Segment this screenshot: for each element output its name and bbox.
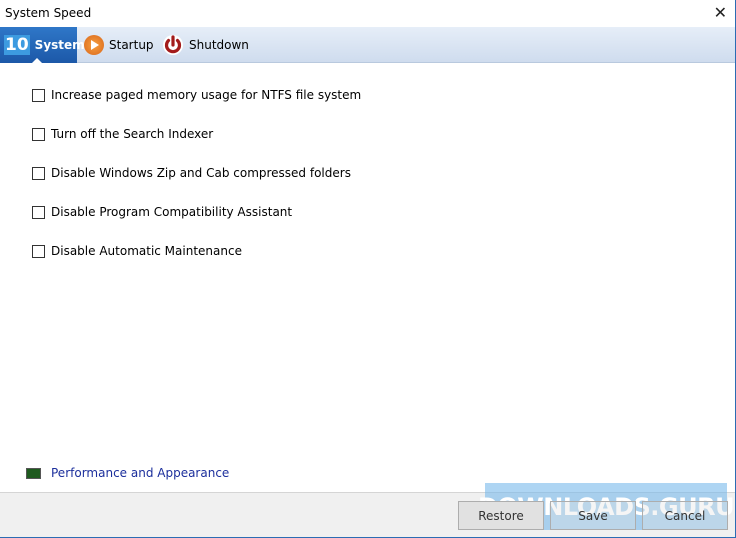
option-label: Disable Program Compatibility Assistant <box>51 205 293 219</box>
checkbox[interactable] <box>32 127 45 141</box>
tab-system[interactable]: 10 System <box>0 27 85 64</box>
power-icon <box>163 35 183 55</box>
checkbox[interactable] <box>32 244 45 258</box>
option-zip-cab-folders[interactable]: Disable Windows Zip and Cab compressed f… <box>32 166 351 180</box>
checkbox[interactable] <box>32 88 45 102</box>
option-automatic-maintenance[interactable]: Disable Automatic Maintenance <box>32 244 242 258</box>
play-icon <box>84 35 104 55</box>
tab-label: System <box>34 38 85 52</box>
tab-startup[interactable]: Startup <box>84 27 154 63</box>
tab-shutdown[interactable]: Shutdown <box>162 27 249 63</box>
save-button[interactable]: Save <box>550 501 636 530</box>
option-label: Increase paged memory usage for NTFS fil… <box>51 88 362 102</box>
close-icon[interactable]: ✕ <box>714 3 727 22</box>
performance-monitor-icon <box>26 467 41 479</box>
title-bar: System Speed ✕ <box>0 0 735 27</box>
performance-appearance-link[interactable]: Performance and Appearance <box>26 466 229 480</box>
option-ntfs-paged-memory[interactable]: Increase paged memory usage for NTFS fil… <box>32 88 361 102</box>
option-label: Turn off the Search Indexer <box>51 127 214 141</box>
tab-label: Startup <box>109 38 154 52</box>
app-window: System Speed ✕ 10 System Startup Shutdow… <box>0 0 736 538</box>
window-title: System Speed <box>5 6 92 20</box>
checkbox[interactable] <box>32 205 45 219</box>
option-compatibility-assistant[interactable]: Disable Program Compatibility Assistant <box>32 205 292 219</box>
option-label: Disable Windows Zip and Cab compressed f… <box>51 166 351 180</box>
option-label: Disable Automatic Maintenance <box>51 244 242 258</box>
cancel-button[interactable]: Cancel <box>642 501 728 530</box>
restore-button[interactable]: Restore <box>458 501 544 530</box>
checkbox[interactable] <box>32 166 45 180</box>
link-label: Performance and Appearance <box>51 466 230 480</box>
tab-label: Shutdown <box>189 38 249 52</box>
tab-strip: 10 System Startup Shutdown <box>0 27 735 64</box>
windows-10-icon: 10 <box>4 35 30 55</box>
option-search-indexer[interactable]: Turn off the Search Indexer <box>32 127 213 141</box>
